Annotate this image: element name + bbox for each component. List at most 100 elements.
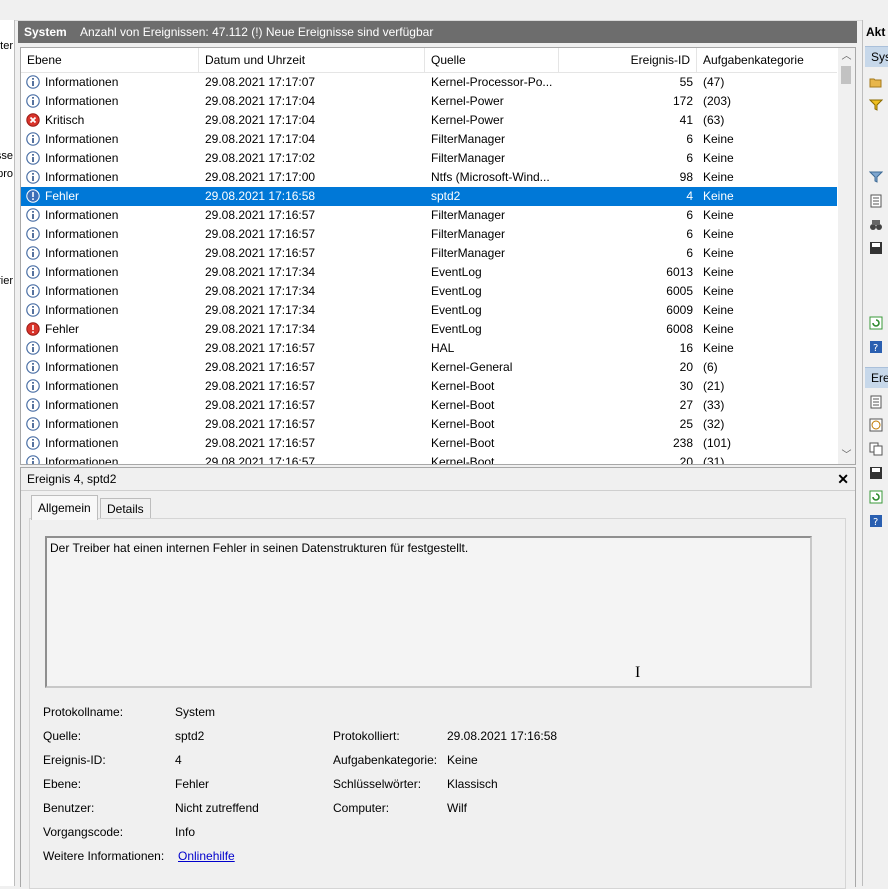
keywords-label: Schlüsselwörter: bbox=[333, 777, 422, 791]
task-category-cell: Keine bbox=[703, 189, 734, 203]
properties-icon[interactable] bbox=[869, 194, 883, 208]
table-row[interactable]: Informationen 29.08.2021 17:17:04 FilterMa… bbox=[21, 130, 837, 149]
refresh-icon[interactable] bbox=[869, 316, 883, 330]
source-cell: Kernel-Processor-Po... bbox=[431, 75, 553, 89]
save-selected-icon[interactable] bbox=[869, 466, 883, 480]
source-cell: HAL bbox=[431, 341, 455, 355]
table-row[interactable]: Informationen 29.08.2021 17:16:57 FilterMa… bbox=[21, 206, 837, 225]
table-row[interactable]: Fehler 29.08.2021 17:17:34 EventLog 6008 Kei… bbox=[21, 320, 837, 339]
filter-icon[interactable] bbox=[869, 98, 883, 112]
close-icon[interactable]: ✕ bbox=[837, 468, 849, 490]
level-cell: Informationen bbox=[45, 208, 119, 222]
table-row[interactable]: Informationen 29.08.2021 17:17:07 Kernel-P… bbox=[21, 73, 837, 92]
table-row[interactable]: Informationen 29.08.2021 17:16:57 Kernel-B… bbox=[21, 377, 837, 396]
save-icon[interactable] bbox=[869, 241, 883, 255]
datetime-cell: 29.08.2021 17:16:57 bbox=[205, 417, 316, 431]
level-cell: Informationen bbox=[45, 75, 119, 89]
svg-text:?: ? bbox=[873, 343, 878, 354]
datetime-cell: 29.08.2021 17:17:00 bbox=[205, 170, 316, 184]
table-row[interactable]: Informationen 29.08.2021 17:17:00 Ntfs (Mi… bbox=[21, 168, 837, 187]
tab-details[interactable]: Details bbox=[100, 498, 151, 519]
scroll-down-icon[interactable]: ﹀ bbox=[838, 447, 855, 464]
column-header-event-id[interactable]: Ereignis-ID bbox=[559, 48, 697, 72]
event-list[interactable]: Ebene Datum und Uhrzeit Quelle Ereignis-… bbox=[20, 47, 856, 465]
table-row[interactable]: Informationen 29.08.2021 17:17:34 EventLog… bbox=[21, 263, 837, 282]
column-header-datetime[interactable]: Datum und Uhrzeit bbox=[199, 48, 425, 72]
table-row[interactable]: Informationen 29.08.2021 17:17:04 Kernel-P… bbox=[21, 92, 837, 111]
table-row[interactable]: Kritisch 29.08.2021 17:17:04 Kernel-Power 4… bbox=[21, 111, 837, 130]
table-row[interactable]: Informationen 29.08.2021 17:16:57 Kernel-B… bbox=[21, 434, 837, 453]
computer-label: Computer: bbox=[333, 801, 390, 815]
log-name-value: System bbox=[175, 705, 216, 719]
task-category-cell: (63) bbox=[703, 113, 725, 127]
info-icon bbox=[26, 398, 40, 412]
table-row[interactable]: Informationen 29.08.2021 17:16:57 FilterMa… bbox=[21, 244, 837, 263]
column-header-level[interactable]: Ebene bbox=[21, 48, 199, 72]
level-cell: Fehler bbox=[45, 322, 80, 336]
table-row[interactable]: Informationen 29.08.2021 17:17:34 EventLog… bbox=[21, 282, 837, 301]
source-cell: EventLog bbox=[431, 322, 482, 336]
source-cell: EventLog bbox=[431, 284, 482, 298]
event-detail-pane: Ereignis 4, sptd2 ✕ Allgemein Details De… bbox=[20, 467, 856, 889]
column-header-task-category[interactable]: Aufgabenkategorie bbox=[697, 48, 837, 72]
event-id-cell: 6 bbox=[686, 246, 693, 260]
level-cell: Kritisch bbox=[45, 113, 85, 127]
tab-general[interactable]: Allgemein bbox=[31, 495, 98, 520]
event-id-cell: 98 bbox=[679, 170, 693, 184]
refresh-event-icon[interactable] bbox=[869, 490, 883, 504]
info-icon bbox=[26, 208, 40, 222]
copy-icon[interactable] bbox=[869, 442, 883, 456]
actions-section-system[interactable]: Syst bbox=[865, 46, 888, 67]
table-row-selected[interactable]: Fehler 29.08.2021 17:16:58 sptd2 4 Keine bbox=[21, 187, 837, 206]
scroll-up-icon[interactable]: ︿ bbox=[838, 48, 855, 65]
event-id-cell: 4 bbox=[686, 189, 693, 203]
source-cell: EventLog bbox=[431, 303, 482, 317]
datetime-cell: 29.08.2021 17:16:57 bbox=[205, 379, 316, 393]
datetime-cell: 29.08.2021 17:16:57 bbox=[205, 398, 316, 412]
event-count-info: Anzahl von Ereignissen: 47.112 (!) Neue … bbox=[80, 25, 434, 39]
attach-task-icon[interactable] bbox=[869, 418, 883, 432]
log-name-label: Protokollname: bbox=[43, 705, 124, 719]
table-row[interactable]: Informationen 29.08.2021 17:16:57 Kernel-B… bbox=[21, 396, 837, 415]
filter-clear-icon[interactable] bbox=[869, 170, 883, 184]
logged-value: 29.08.2021 17:16:58 bbox=[447, 729, 558, 743]
table-row[interactable]: Informationen 29.08.2021 17:16:57 HAL 16 Kei… bbox=[21, 339, 837, 358]
table-row[interactable]: Informationen 29.08.2021 17:16:57 Kernel-B… bbox=[21, 415, 837, 434]
event-id-cell: 55 bbox=[679, 75, 693, 89]
open-folder-icon[interactable] bbox=[869, 75, 883, 89]
level-cell: Informationen bbox=[45, 265, 119, 279]
task-category-cell: (6) bbox=[703, 360, 718, 374]
help-event-icon[interactable]: ? bbox=[869, 514, 883, 528]
event-list-scrollbar[interactable]: ︿ ﹀ bbox=[838, 48, 855, 464]
level-cell: Informationen bbox=[45, 417, 119, 431]
task-category-cell: Keine bbox=[703, 303, 734, 317]
table-row[interactable]: Informationen 29.08.2021 17:16:57 Kernel-G… bbox=[21, 358, 837, 377]
event-id-cell: 27 bbox=[679, 398, 693, 412]
actions-pane: Akt Syst ? Erei ? bbox=[862, 20, 888, 886]
level-cell: Informationen bbox=[45, 455, 119, 465]
column-header-source[interactable]: Quelle bbox=[425, 48, 559, 72]
table-row[interactable]: Informationen 29.08.2021 17:16:57 FilterMa… bbox=[21, 225, 837, 244]
logged-label: Protokolliert: bbox=[333, 729, 400, 743]
level-cell: Informationen bbox=[45, 436, 119, 450]
opcode-label: Vorgangscode: bbox=[43, 825, 124, 839]
event-properties-icon[interactable] bbox=[869, 395, 883, 409]
level-cell: Informationen bbox=[45, 303, 119, 317]
datetime-cell: 29.08.2021 17:17:34 bbox=[205, 284, 316, 298]
find-binoculars-icon[interactable] bbox=[869, 218, 883, 232]
event-id-label: Ereignis-ID: bbox=[43, 753, 106, 767]
help-icon[interactable]: ? bbox=[869, 340, 883, 354]
online-help-link[interactable]: Onlinehilfe bbox=[178, 849, 235, 863]
table-row[interactable]: Informationen 29.08.2021 17:16:57 Kernel-B… bbox=[21, 453, 837, 465]
info-icon bbox=[26, 379, 40, 393]
table-row[interactable]: Informationen 29.08.2021 17:17:02 FilterMa… bbox=[21, 149, 837, 168]
event-id-cell: 6 bbox=[686, 208, 693, 222]
scroll-thumb[interactable] bbox=[841, 66, 851, 84]
actions-section-event[interactable]: Erei bbox=[865, 367, 888, 388]
event-description: Der Treiber hat einen internen Fehler in… bbox=[50, 541, 469, 555]
info-icon bbox=[26, 94, 40, 108]
source-cell: Kernel-Boot bbox=[431, 455, 495, 465]
event-description-box[interactable]: Der Treiber hat einen internen Fehler in… bbox=[45, 536, 812, 688]
left-navigation-pane[interactable]: ter isse pro rier bbox=[0, 20, 15, 886]
table-row[interactable]: Informationen 29.08.2021 17:17:34 EventLog… bbox=[21, 301, 837, 320]
